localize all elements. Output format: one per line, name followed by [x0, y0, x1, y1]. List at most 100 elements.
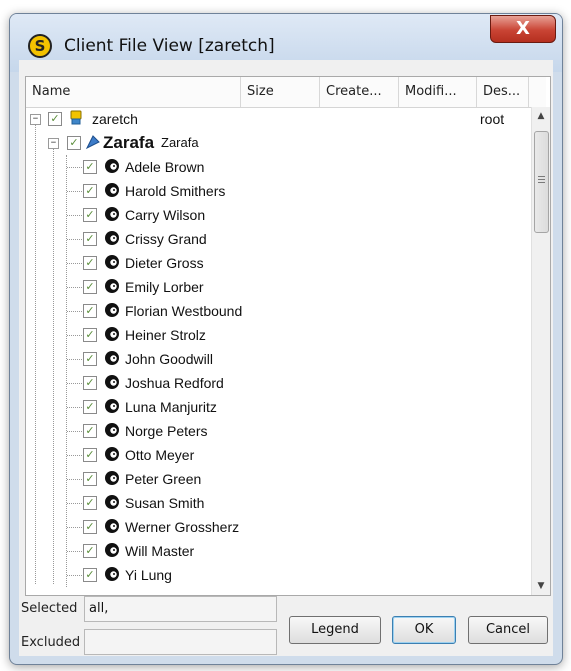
user-name: Luna Manjuritz — [125, 399, 217, 415]
zarafa-logo-icon — [85, 135, 100, 150]
user-name: Susan Smith — [125, 495, 205, 511]
root-label: zaretch — [92, 111, 138, 127]
user-icon — [105, 351, 119, 365]
user-row[interactable]: ✓ Adele Brown — [26, 155, 531, 179]
user-checkbox[interactable]: ✓ — [83, 376, 97, 390]
checkbox-group[interactable]: ✓ — [67, 136, 81, 150]
column-modified[interactable]: Modifi... — [399, 77, 477, 107]
user-row[interactable]: ✓ Susan Smith — [26, 491, 531, 515]
user-name: Crissy Grand — [125, 231, 207, 247]
user-icon — [105, 495, 119, 509]
client-file-view-window: S Client File View [zaretch] X Name Size… — [9, 13, 563, 665]
user-row[interactable]: ✓ Yi Lung — [26, 563, 531, 587]
user-icon — [105, 183, 119, 197]
column-description[interactable]: Des... — [477, 77, 529, 107]
user-checkbox[interactable]: ✓ — [83, 256, 97, 270]
vertical-scrollbar[interactable]: ▲ ▼ — [531, 107, 550, 595]
excluded-field — [84, 629, 277, 655]
zarafa-logo-text: Zarafa — [103, 133, 155, 152]
user-checkbox[interactable]: ✓ — [83, 544, 97, 558]
user-name: Adele Brown — [125, 159, 205, 175]
tree-row-group[interactable]: − ✓ Zarafa Zarafa — [26, 131, 531, 155]
user-icon — [105, 567, 119, 581]
user-icon — [105, 231, 119, 245]
user-name: Otto Meyer — [125, 447, 195, 463]
user-row[interactable]: ✓ Luna Manjuritz — [26, 395, 531, 419]
user-name: Dieter Gross — [125, 255, 204, 271]
user-checkbox[interactable]: ✓ — [83, 208, 97, 222]
user-name: Harold Smithers — [125, 183, 226, 199]
user-icon — [105, 471, 119, 485]
user-row[interactable]: ✓ Carry Wilson — [26, 203, 531, 227]
user-icon — [105, 423, 119, 437]
user-checkbox[interactable]: ✓ — [83, 232, 97, 246]
user-checkbox[interactable]: ✓ — [83, 304, 97, 318]
scroll-down-arrow-icon[interactable]: ▼ — [532, 577, 550, 595]
selected-label: Selected — [21, 601, 78, 616]
column-size[interactable]: Size — [241, 77, 320, 107]
column-created[interactable]: Create... — [320, 77, 399, 107]
scrollbar-thumb[interactable] — [534, 131, 549, 233]
user-name: Werner Grossherz — [125, 519, 240, 535]
user-checkbox[interactable]: ✓ — [83, 520, 97, 534]
user-row[interactable]: ✓ John Goodwill — [26, 347, 531, 371]
user-checkbox[interactable]: ✓ — [83, 280, 97, 294]
cancel-button[interactable]: Cancel — [468, 616, 548, 644]
user-name: Will Master — [125, 543, 195, 559]
user-checkbox[interactable]: ✓ — [83, 352, 97, 366]
user-name: John Goodwill — [125, 351, 213, 367]
excluded-label: Excluded — [21, 635, 81, 650]
server-icon — [70, 110, 82, 125]
tree-rows: − ✓ zaretch root − ✓ Zarafa Zarafa ✓ Ade… — [26, 107, 531, 595]
user-row[interactable]: ✓ Harold Smithers — [26, 179, 531, 203]
user-row[interactable]: ✓ Heiner Strolz — [26, 323, 531, 347]
user-row[interactable]: ✓ Florian Westbound — [26, 299, 531, 323]
user-icon — [105, 399, 119, 413]
user-row[interactable]: ✓ Peter Green — [26, 467, 531, 491]
user-checkbox[interactable]: ✓ — [83, 400, 97, 414]
legend-button[interactable]: Legend — [289, 616, 381, 644]
user-row[interactable]: ✓ Otto Meyer — [26, 443, 531, 467]
dialog-body: Name Size Create... Modifi... Des... − ✓… — [19, 60, 553, 656]
user-row[interactable]: ✓ Dieter Gross — [26, 251, 531, 275]
close-button[interactable]: X — [490, 15, 556, 43]
user-icon — [105, 255, 119, 269]
user-checkbox[interactable]: ✓ — [83, 160, 97, 174]
column-name[interactable]: Name — [26, 77, 241, 107]
user-row[interactable]: ✓ Will Master — [26, 539, 531, 563]
user-row[interactable]: ✓ Norge Peters — [26, 419, 531, 443]
user-icon — [105, 519, 119, 533]
user-name: Emily Lorber — [125, 279, 204, 295]
user-icon — [105, 375, 119, 389]
checkbox-root[interactable]: ✓ — [48, 112, 62, 126]
user-name: Heiner Strolz — [125, 327, 206, 343]
user-name: Florian Westbound — [125, 303, 243, 319]
app-logo-icon: S — [28, 34, 52, 58]
user-row[interactable]: ✓ Emily Lorber — [26, 275, 531, 299]
user-checkbox[interactable]: ✓ — [83, 328, 97, 342]
window-title: Client File View [zaretch] — [64, 36, 275, 56]
user-checkbox[interactable]: ✓ — [83, 424, 97, 438]
user-icon — [105, 303, 119, 317]
selected-field: all, — [84, 596, 277, 622]
user-checkbox[interactable]: ✓ — [83, 448, 97, 462]
tree-row-root[interactable]: − ✓ zaretch root — [26, 107, 531, 131]
ok-button[interactable]: OK — [392, 616, 456, 644]
user-name: Norge Peters — [125, 423, 208, 439]
user-checkbox[interactable]: ✓ — [83, 496, 97, 510]
user-icon — [105, 207, 119, 221]
user-icon — [105, 279, 119, 293]
user-checkbox[interactable]: ✓ — [83, 568, 97, 582]
user-icon — [105, 447, 119, 461]
tree-header: Name Size Create... Modifi... Des... — [26, 77, 546, 108]
root-description: root — [480, 111, 505, 127]
scroll-up-arrow-icon[interactable]: ▲ — [532, 107, 550, 125]
user-icon — [105, 327, 119, 341]
user-row[interactable]: ✓ Werner Grossherz — [26, 515, 531, 539]
user-row[interactable]: ✓ Crissy Grand — [26, 227, 531, 251]
user-checkbox[interactable]: ✓ — [83, 184, 97, 198]
user-icon — [105, 543, 119, 557]
user-checkbox[interactable]: ✓ — [83, 472, 97, 486]
user-name: Peter Green — [125, 471, 202, 487]
user-row[interactable]: ✓ Joshua Redford — [26, 371, 531, 395]
